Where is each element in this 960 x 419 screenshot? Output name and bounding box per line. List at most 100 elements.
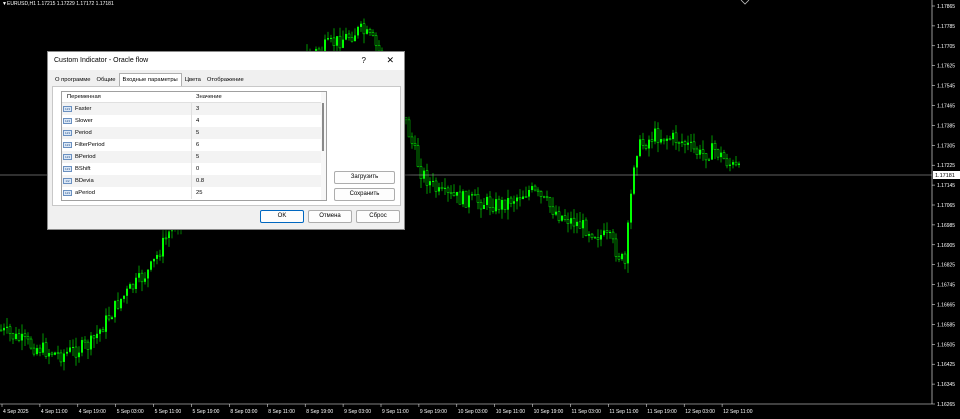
candle-body (630, 193, 632, 223)
candle-body (452, 192, 456, 196)
candle-body (429, 181, 431, 186)
triangle-down-icon: ▼ (2, 1, 7, 7)
table-row[interactable]: 123 Faster 3 (62, 103, 326, 115)
help-icon[interactable]: ? (362, 56, 366, 65)
price-tick-label: 1.17065 (937, 203, 955, 209)
price-tick-label: 1.17865 (937, 4, 955, 10)
candle-body (545, 196, 549, 198)
scrollbar-thumb[interactable] (322, 103, 324, 151)
candle-body (0, 329, 3, 332)
price-tick-label: 1.16425 (937, 362, 955, 368)
candle-body (147, 269, 149, 279)
candle-body (374, 35, 378, 46)
candle-body (518, 197, 522, 200)
candle-body (644, 145, 648, 149)
candle-body (21, 333, 23, 341)
candle-body (342, 39, 344, 48)
param-value[interactable]: 4 (196, 118, 199, 124)
column-value[interactable]: Значение (196, 94, 222, 100)
candle-body (614, 238, 618, 257)
candle-body (83, 339, 87, 343)
table-row[interactable]: 1/2 BDevia 0.8 (62, 175, 326, 187)
price-tick-label: 1.17785 (937, 24, 955, 30)
table-row[interactable]: 123 Slower 4 (62, 115, 326, 127)
candle-body (732, 162, 734, 165)
symbol-header: ▼EURUSD,H1 1.17215 1.17229 1.17172 1.171… (2, 1, 114, 7)
candle-body (6, 326, 8, 328)
candle-body (345, 33, 347, 40)
candle-body (86, 341, 90, 350)
candle-body (654, 128, 656, 142)
column-variable[interactable]: Переменная (67, 94, 101, 100)
candle-body (416, 145, 420, 167)
param-name: Slower (75, 118, 93, 124)
tab-visualization[interactable]: Отображение (204, 74, 247, 86)
candle-body (8, 326, 12, 334)
table-row[interactable]: 123 Period 5 (62, 127, 326, 139)
candle-body (419, 166, 423, 179)
candle-body (636, 156, 638, 168)
tab-about[interactable]: О программе (52, 74, 93, 86)
candle-body (563, 215, 567, 220)
candle-body (48, 352, 50, 357)
candle-body (153, 258, 155, 262)
table-row[interactable]: 123 BPeriod 5 (62, 151, 326, 163)
candle-body (533, 185, 537, 191)
candle-body (503, 199, 507, 210)
tab-colors[interactable]: Цвета (182, 74, 204, 86)
candle-body (327, 38, 329, 40)
dialog-titlebar[interactable]: Custom Indicator - Oracle flow ? ✕ (48, 52, 404, 70)
close-icon[interactable]: ✕ (386, 55, 394, 66)
candle-body (516, 197, 518, 202)
time-tick-label: 11 Sep 19:00 (647, 409, 677, 415)
candle-body (446, 187, 450, 193)
candle-body (695, 148, 699, 155)
param-value[interactable]: 3 (196, 106, 199, 112)
time-tick-label: 12 Sep 11:00 (723, 409, 753, 415)
param-value[interactable]: 0 (196, 166, 199, 172)
candle-body (96, 333, 98, 339)
candle-body (536, 189, 540, 192)
candle-body (59, 352, 63, 363)
param-value[interactable]: 6 (196, 142, 199, 148)
table-row[interactable]: 123 aPeriod 25 (62, 187, 326, 199)
load-button[interactable]: Загрузить (334, 171, 395, 184)
candle-body (150, 261, 152, 270)
candle-body (29, 338, 33, 349)
price-tick-label: 1.17465 (937, 104, 955, 110)
tab-inputs[interactable]: Входные параметры (118, 73, 182, 87)
ok-button[interactable]: OK (260, 210, 304, 223)
param-value[interactable]: 0.8 (196, 178, 204, 184)
candle-body (662, 138, 666, 142)
tab-common[interactable]: Общие (93, 74, 118, 86)
candle-body (164, 237, 168, 240)
cancel-button[interactable]: Отмена (308, 210, 352, 223)
candle-body (74, 346, 78, 358)
candle-body (440, 186, 444, 190)
candle-body (738, 163, 740, 165)
param-value[interactable]: 5 (196, 130, 199, 136)
candle-body (566, 219, 570, 224)
time-tick-label: 10 Sep 11:00 (496, 409, 526, 415)
candle-body (471, 194, 473, 196)
price-tick-label: 1.17145 (937, 183, 955, 189)
candle-body (123, 295, 125, 299)
param-value[interactable]: 5 (196, 154, 199, 160)
table-row[interactable]: 123 BShift 0 (62, 163, 326, 175)
candle-body (26, 336, 30, 340)
candle-body (711, 143, 713, 160)
candle-body (144, 278, 146, 282)
param-name: BShift (75, 166, 91, 172)
candle-body (111, 317, 113, 320)
time-tick-label: 11 Sep 11:00 (609, 409, 638, 415)
table-row[interactable]: 123 FilterPeriod 6 (62, 139, 326, 151)
grid-scrollbar[interactable] (321, 92, 326, 200)
price-axis: 1.17865 1.17785 1.17705 1.17625 1.17545 1.174… (932, 4, 955, 408)
candle-body (407, 119, 411, 138)
candle-body (120, 298, 122, 309)
candle-body (66, 351, 68, 354)
time-tick-label: 10 Sep 19:00 (534, 409, 564, 415)
param-value[interactable]: 25 (196, 190, 202, 196)
reset-button[interactable]: Сброс (356, 210, 400, 223)
save-button[interactable]: Сохранить (334, 188, 395, 201)
